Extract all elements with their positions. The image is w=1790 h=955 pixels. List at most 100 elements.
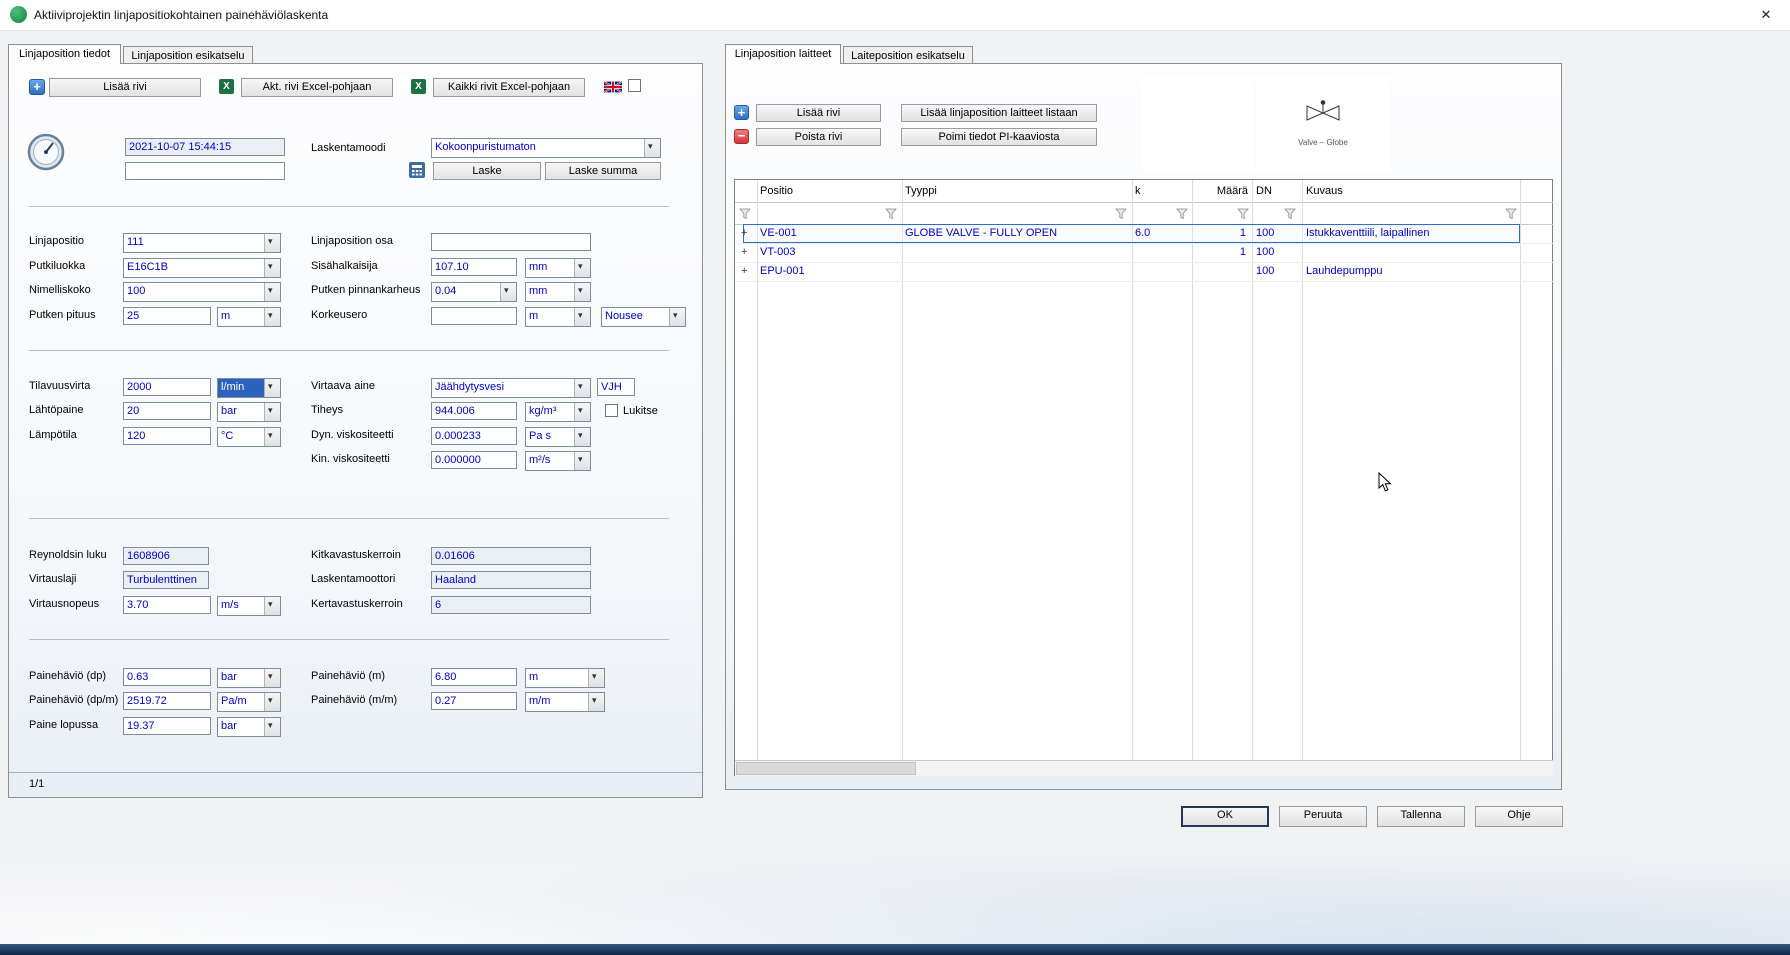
painehavio-mm-input[interactable] bbox=[431, 692, 517, 710]
add-row-button[interactable]: Lisää rivi bbox=[49, 78, 201, 97]
dyn-viskositeetti-unit-combo[interactable]: Pa s bbox=[525, 427, 591, 447]
ok-button[interactable]: OK bbox=[1181, 806, 1269, 827]
divider bbox=[735, 281, 1553, 282]
column-divider bbox=[1192, 180, 1193, 760]
putken-pituus-input[interactable] bbox=[123, 307, 211, 325]
lukitse-label: Lukitse bbox=[623, 405, 658, 417]
chevron-down-icon bbox=[264, 259, 280, 277]
row-expand-toggle[interactable]: + bbox=[741, 246, 747, 258]
lampotila-input[interactable] bbox=[123, 427, 211, 445]
painehavio-dpm-input[interactable] bbox=[123, 692, 211, 710]
lukitse-checkbox[interactable] bbox=[605, 404, 618, 417]
col-header-positio[interactable]: Positio bbox=[760, 185, 793, 197]
pick-from-pid-button[interactable]: Poimi tiedot PI-kaaviosta bbox=[901, 128, 1097, 146]
help-button[interactable]: Ohje bbox=[1475, 806, 1563, 827]
cell-k: 6.0 bbox=[1135, 227, 1150, 239]
calculator-icon[interactable] bbox=[409, 162, 425, 183]
row-expand-toggle[interactable]: + bbox=[741, 227, 747, 239]
lampotila-label: Lämpötila bbox=[29, 429, 77, 441]
laskentamoodi-combo[interactable]: Kokoonpuristumaton bbox=[431, 138, 661, 158]
filter-icon[interactable] bbox=[885, 207, 897, 225]
tab-linjaposition-tiedot[interactable]: Linjaposition tiedot bbox=[8, 44, 121, 64]
pinnankarheus-unit-combo[interactable]: mm bbox=[525, 282, 591, 302]
remove-device-row-icon-button[interactable]: − bbox=[734, 129, 749, 144]
tab-linjaposition-esikatselu[interactable]: Linjaposition esikatselu bbox=[123, 46, 253, 64]
mouse-cursor bbox=[1378, 472, 1392, 498]
calculate-sum-button[interactable]: Laske summa bbox=[545, 162, 661, 180]
korkeusero-input[interactable] bbox=[431, 307, 517, 325]
painehavio-m-label: Painehäviö (m) bbox=[311, 670, 385, 682]
virtausnopeus-input[interactable] bbox=[123, 596, 211, 614]
device-remove-row-button[interactable]: Poista rivi bbox=[756, 128, 881, 146]
uk-flag-icon[interactable] bbox=[604, 80, 622, 98]
tiheys-unit-combo[interactable]: kg/m³ bbox=[525, 402, 591, 422]
save-button[interactable]: Tallenna bbox=[1377, 806, 1465, 827]
putken-pituus-unit-combo[interactable]: m bbox=[217, 307, 281, 327]
painehavio-mm-unit-combo[interactable]: m/m bbox=[525, 692, 605, 712]
sisahalkaisija-input[interactable] bbox=[431, 258, 517, 276]
add-row-icon-button[interactable]: + bbox=[29, 79, 45, 95]
painehavio-dp-unit-combo[interactable]: bar bbox=[217, 668, 281, 688]
kin-viskositeetti-input[interactable] bbox=[431, 451, 517, 469]
tilavuusvirta-input[interactable] bbox=[123, 378, 211, 396]
painehavio-m-unit-combo[interactable]: m bbox=[525, 668, 605, 688]
close-button[interactable]: ✕ bbox=[1744, 0, 1788, 30]
calculate-button[interactable]: Laske bbox=[433, 162, 541, 180]
lahtopaine-input[interactable] bbox=[123, 402, 211, 420]
page-indicator: 1/1 bbox=[29, 778, 44, 790]
horizontal-scrollbar[interactable] bbox=[735, 761, 1553, 776]
col-header-kuvaus[interactable]: Kuvaus bbox=[1306, 185, 1343, 197]
filter-icon[interactable] bbox=[1505, 207, 1517, 225]
scrollbar-thumb[interactable] bbox=[736, 762, 916, 775]
painehavio-dpm-unit-combo[interactable]: Pa/m bbox=[217, 692, 281, 712]
col-header-dn[interactable]: DN bbox=[1256, 185, 1272, 197]
filter-icon[interactable] bbox=[1115, 207, 1127, 225]
dyn-viskositeetti-input[interactable] bbox=[431, 427, 517, 445]
col-header-tyyppi[interactable]: Tyyppi bbox=[905, 185, 937, 197]
tilavuusvirta-unit-combo[interactable]: l/min bbox=[217, 378, 281, 398]
filter-icon[interactable] bbox=[1176, 207, 1188, 225]
excel-icon[interactable]: X bbox=[219, 79, 234, 94]
lahtopaine-unit-combo[interactable]: bar bbox=[217, 402, 281, 422]
linjaposition-osa-input[interactable] bbox=[431, 233, 591, 251]
tiheys-input[interactable] bbox=[431, 402, 517, 420]
virtausnopeus-unit-combo[interactable]: m/s bbox=[217, 596, 281, 616]
putkiluokka-combo[interactable]: E16C1B bbox=[123, 258, 281, 278]
excel-icon[interactable]: X bbox=[411, 79, 426, 94]
nimelliskoko-combo[interactable]: 100 bbox=[123, 282, 281, 302]
korkeusero-direction-combo[interactable]: Nousee bbox=[601, 307, 686, 327]
paine-lopussa-input[interactable] bbox=[123, 717, 211, 735]
painehavio-m-input[interactable] bbox=[431, 668, 517, 686]
lampotila-unit-combo[interactable]: °C bbox=[217, 427, 281, 447]
filter-icon[interactable] bbox=[739, 207, 751, 225]
column-divider bbox=[757, 180, 758, 760]
tab-linjaposition-laitteet[interactable]: Linjaposition laitteet bbox=[725, 44, 841, 64]
col-header-maara[interactable]: Määrä bbox=[1196, 185, 1248, 197]
linjapositio-combo[interactable]: 111 bbox=[123, 233, 281, 253]
putkiluokka-label: Putkiluokka bbox=[29, 260, 85, 272]
add-line-devices-button[interactable]: Lisää linjaposition laitteet listaan bbox=[901, 104, 1097, 122]
korkeusero-label: Korkeusero bbox=[311, 309, 367, 321]
pressure-gauge-icon bbox=[27, 133, 65, 176]
kin-viskositeetti-unit-combo[interactable]: m²/s bbox=[525, 451, 591, 471]
filter-icon[interactable] bbox=[1284, 207, 1296, 225]
active-row-excel-button[interactable]: Akt. rivi Excel-pohjaan bbox=[241, 78, 393, 97]
language-checkbox[interactable] bbox=[628, 79, 641, 92]
col-header-k[interactable]: k bbox=[1135, 185, 1141, 197]
chevron-down-icon bbox=[574, 428, 590, 446]
tab-laiteposition-esikatselu[interactable]: Laiteposition esikatselu bbox=[843, 46, 973, 64]
painehavio-dp-input[interactable] bbox=[123, 668, 211, 686]
device-add-row-button[interactable]: Lisää rivi bbox=[756, 104, 881, 122]
pinnankarheus-combo[interactable]: 0.04 bbox=[431, 282, 517, 302]
all-rows-excel-button[interactable]: Kaikki rivit Excel-pohjaan bbox=[433, 78, 585, 97]
paine-lopussa-unit-combo[interactable]: bar bbox=[217, 717, 281, 737]
note-input[interactable] bbox=[125, 162, 285, 180]
sisahalkaisija-unit-combo[interactable]: mm bbox=[525, 258, 591, 278]
korkeusero-unit-combo[interactable]: m bbox=[525, 307, 591, 327]
add-device-row-icon-button[interactable]: + bbox=[734, 105, 749, 120]
virtaava-aine-combo[interactable]: Jäähdytysvesi bbox=[431, 378, 591, 398]
cancel-button[interactable]: Peruuta bbox=[1279, 806, 1367, 827]
filter-icon[interactable] bbox=[1237, 207, 1249, 225]
kitkavastuskerroin-value: 0.01606 bbox=[431, 547, 591, 565]
row-expand-toggle[interactable]: + bbox=[741, 265, 747, 277]
